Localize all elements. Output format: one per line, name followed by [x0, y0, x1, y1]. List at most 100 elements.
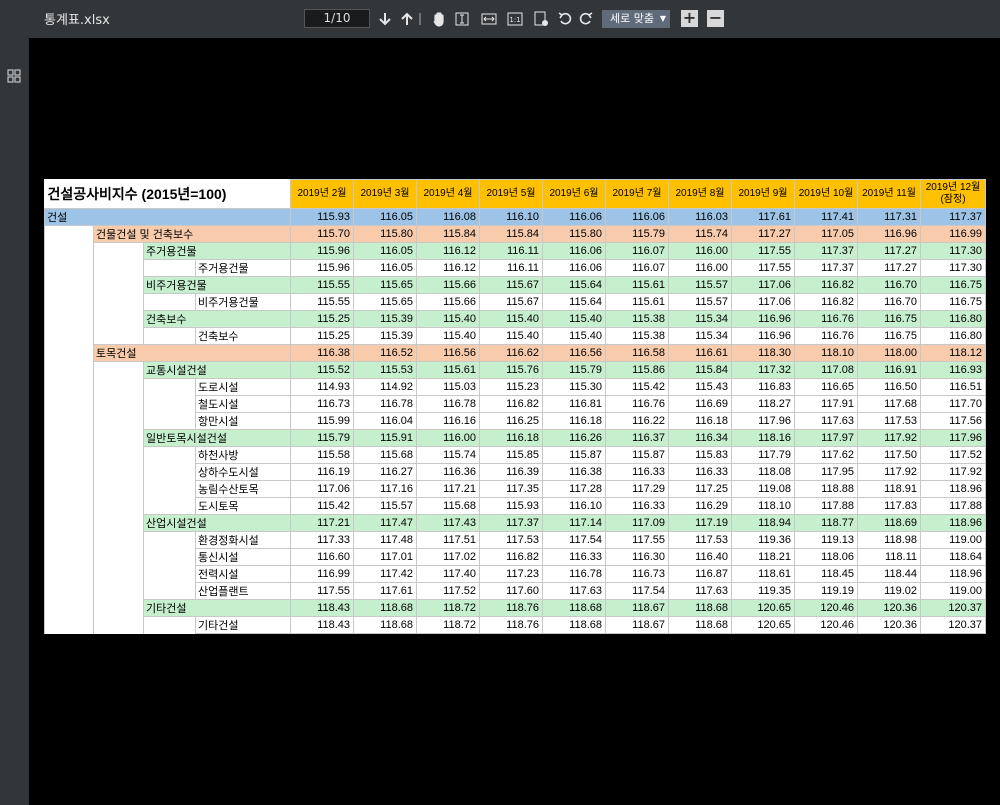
value-cell[interactable]: 116.04: [353, 412, 417, 430]
value-cell[interactable]: 117.35: [479, 480, 543, 498]
value-cell[interactable]: 116.96: [731, 310, 795, 328]
value-cell[interactable]: 116.99: [290, 565, 354, 583]
value-cell[interactable]: 115.40: [479, 327, 543, 345]
value-cell[interactable]: 118.06: [794, 548, 858, 566]
value-cell[interactable]: 115.79: [542, 361, 606, 379]
value-cell[interactable]: 117.95: [794, 463, 858, 481]
value-cell[interactable]: 116.05: [353, 259, 417, 277]
value-cell[interactable]: 118.68: [668, 599, 732, 617]
value-cell[interactable]: 115.84: [479, 225, 543, 243]
value-cell[interactable]: 117.70: [920, 395, 986, 413]
value-cell[interactable]: 117.21: [416, 480, 480, 498]
value-cell[interactable]: 117.28: [542, 480, 606, 498]
value-cell[interactable]: 115.39: [353, 327, 417, 345]
value-cell[interactable]: 115.61: [605, 276, 669, 294]
value-cell[interactable]: 117.02: [416, 548, 480, 566]
value-cell[interactable]: 115.91: [353, 429, 417, 447]
value-cell[interactable]: 115.74: [668, 225, 732, 243]
value-cell[interactable]: 118.11: [857, 548, 921, 566]
value-cell[interactable]: 115.87: [542, 446, 606, 464]
value-cell[interactable]: 118.68: [353, 599, 417, 617]
value-cell[interactable]: 115.42: [605, 378, 669, 396]
value-cell[interactable]: 115.99: [290, 412, 354, 430]
value-cell[interactable]: 117.51: [416, 531, 480, 549]
row-label[interactable]: 전력시설: [195, 565, 291, 583]
value-cell[interactable]: 115.40: [416, 327, 480, 345]
value-cell[interactable]: 117.92: [857, 463, 921, 481]
value-cell[interactable]: 116.76: [605, 395, 669, 413]
value-cell[interactable]: 115.57: [668, 293, 732, 311]
actual-size-icon[interactable]: 1:1: [506, 10, 524, 28]
value-cell[interactable]: 117.62: [794, 446, 858, 464]
value-cell[interactable]: 115.57: [668, 276, 732, 294]
value-cell[interactable]: 118.64: [920, 548, 986, 566]
value-cell[interactable]: 115.61: [605, 293, 669, 311]
value-cell[interactable]: 115.55: [290, 293, 354, 311]
value-cell[interactable]: 116.96: [731, 327, 795, 345]
value-cell[interactable]: 116.12: [416, 242, 480, 260]
value-cell[interactable]: 117.53: [857, 412, 921, 430]
value-cell[interactable]: 116.82: [479, 548, 543, 566]
value-cell[interactable]: 116.33: [668, 463, 732, 481]
value-cell[interactable]: 116.10: [542, 497, 606, 515]
value-cell[interactable]: 115.61: [416, 361, 480, 379]
value-cell[interactable]: 116.19: [290, 463, 354, 481]
value-cell[interactable]: 116.60: [290, 548, 354, 566]
value-cell[interactable]: 117.83: [857, 497, 921, 515]
value-cell[interactable]: 116.69: [668, 395, 732, 413]
value-cell[interactable]: 118.96: [920, 480, 986, 498]
value-cell[interactable]: 115.38: [605, 310, 669, 328]
value-cell[interactable]: 116.80: [920, 310, 986, 328]
value-cell[interactable]: 116.73: [605, 565, 669, 583]
value-cell[interactable]: 118.44: [857, 565, 921, 583]
value-cell[interactable]: 116.03: [668, 208, 732, 226]
value-cell[interactable]: 116.80: [920, 327, 986, 345]
value-cell[interactable]: 116.00: [668, 242, 732, 260]
value-cell[interactable]: 115.84: [416, 225, 480, 243]
value-cell[interactable]: 118.68: [542, 616, 606, 634]
value-cell[interactable]: 115.93: [479, 497, 543, 515]
row-label[interactable]: 산업시설건설: [143, 514, 291, 532]
value-cell[interactable]: 116.22: [605, 412, 669, 430]
value-cell[interactable]: 115.65: [353, 293, 417, 311]
row-label[interactable]: 도시토목: [195, 497, 291, 515]
row-label[interactable]: 하천사방: [195, 446, 291, 464]
value-cell[interactable]: 116.78: [416, 395, 480, 413]
value-cell[interactable]: 118.30: [731, 344, 795, 362]
value-cell[interactable]: 117.37: [479, 514, 543, 532]
value-cell[interactable]: 116.91: [857, 361, 921, 379]
value-cell[interactable]: 117.43: [416, 514, 480, 532]
value-cell[interactable]: 116.11: [479, 259, 543, 277]
value-cell[interactable]: 118.12: [920, 344, 986, 362]
value-cell[interactable]: 118.68: [668, 616, 732, 634]
value-cell[interactable]: 120.65: [731, 599, 795, 617]
value-cell[interactable]: 117.27: [857, 259, 921, 277]
row-label[interactable]: 철도시설: [195, 395, 291, 413]
value-cell[interactable]: 115.40: [479, 310, 543, 328]
value-cell[interactable]: 118.77: [794, 514, 858, 532]
value-cell[interactable]: 115.79: [605, 225, 669, 243]
value-cell[interactable]: 116.93: [920, 361, 986, 379]
value-cell[interactable]: 118.76: [479, 616, 543, 634]
value-cell[interactable]: 118.94: [731, 514, 795, 532]
value-cell[interactable]: 116.75: [857, 310, 921, 328]
value-cell[interactable]: 116.76: [794, 327, 858, 345]
value-cell[interactable]: 116.38: [542, 463, 606, 481]
value-cell[interactable]: 118.16: [731, 429, 795, 447]
row-label[interactable]: 상하수도시설: [195, 463, 291, 481]
row-label[interactable]: 교통시설건설: [143, 361, 291, 379]
value-cell[interactable]: 116.82: [794, 276, 858, 294]
value-cell[interactable]: 116.07: [605, 259, 669, 277]
value-cell[interactable]: 117.63: [794, 412, 858, 430]
value-cell[interactable]: 116.25: [479, 412, 543, 430]
value-cell[interactable]: 116.05: [353, 208, 417, 226]
row-label[interactable]: 농림수산토목: [195, 480, 291, 498]
row-label[interactable]: 기타건설: [195, 616, 291, 634]
value-cell[interactable]: 118.69: [857, 514, 921, 532]
value-cell[interactable]: 115.39: [353, 310, 417, 328]
value-cell[interactable]: 117.30: [920, 259, 986, 277]
value-cell[interactable]: 116.26: [542, 429, 606, 447]
value-cell[interactable]: 115.42: [290, 497, 354, 515]
value-cell[interactable]: 119.36: [731, 531, 795, 549]
zoom-in-button[interactable]: +: [681, 10, 698, 27]
